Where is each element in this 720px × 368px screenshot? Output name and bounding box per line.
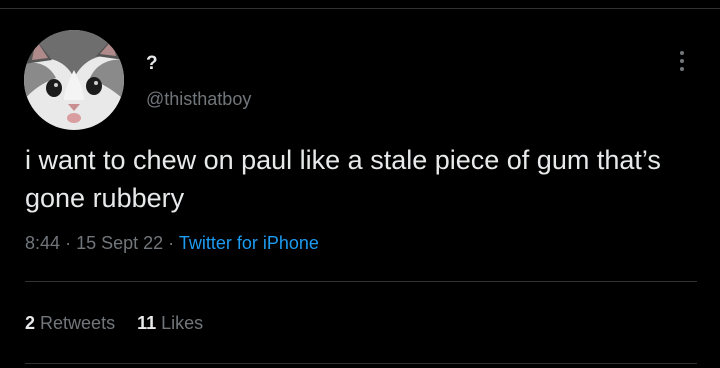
avatar[interactable] <box>24 30 124 130</box>
tweet-meta: 8:44 · 15 Sept 22 · Twitter for iPhone <box>25 230 319 256</box>
more-dot-icon <box>680 59 684 63</box>
retweets-count: 2 <box>25 313 36 333</box>
likes-label: Likes <box>161 313 204 333</box>
tweet-date[interactable]: 15 Sept 22 <box>76 233 163 253</box>
display-name[interactable]: ? <box>146 53 158 75</box>
retweets-stat[interactable]: 2 Retweets <box>25 310 115 336</box>
divider <box>25 363 697 364</box>
divider <box>25 281 697 282</box>
user-handle[interactable]: @thisthatboy <box>146 88 251 110</box>
meta-separator: · <box>168 233 175 253</box>
kitten-avatar-icon <box>24 30 124 130</box>
top-divider <box>0 8 720 9</box>
more-dot-icon <box>680 51 684 55</box>
more-dot-icon <box>680 67 684 71</box>
likes-count: 11 <box>137 313 157 333</box>
tweet-stats: 2 Retweets 11 Likes <box>25 310 203 336</box>
likes-stat[interactable]: 11 Likes <box>137 310 203 336</box>
more-options-button[interactable] <box>670 46 694 76</box>
retweets-label: Retweets <box>40 313 116 333</box>
tweet-text: i want to chew on paul like a stale piec… <box>25 145 661 213</box>
tweet-time[interactable]: 8:44 <box>25 233 60 253</box>
meta-separator: · <box>65 233 72 253</box>
tweet-source-link[interactable]: Twitter for iPhone <box>179 233 319 253</box>
